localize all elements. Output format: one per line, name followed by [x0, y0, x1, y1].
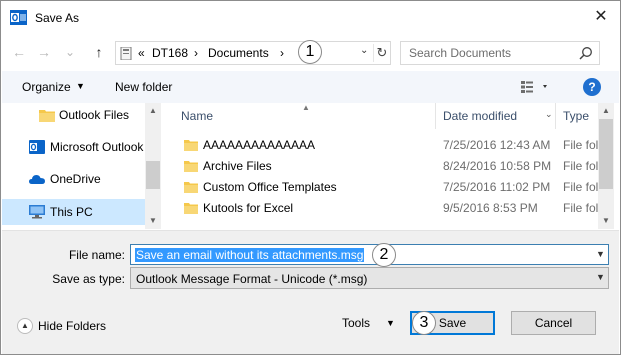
address-overflow-icon[interactable]: « — [138, 46, 145, 60]
table-row[interactable]: Kutools for Excel 9/5/2016 8:53 PM File … — [164, 198, 598, 219]
organize-button[interactable]: Organize — [22, 80, 71, 94]
table-row[interactable]: Archive Files 8/24/2016 10:58 PM File fo… — [164, 156, 598, 177]
change-view-icon[interactable] — [521, 80, 551, 94]
column-header-type[interactable]: Type — [563, 109, 589, 123]
file-type: File fol — [563, 138, 598, 152]
file-date: 8/24/2016 10:58 PM — [443, 159, 552, 173]
file-list: ▲ Name Date modified Type ⌄ AAAAAAAAAAAA… — [164, 103, 598, 229]
save-as-dialog: Save As ✕ ← → ⌄ ↑ « DT168 › Documents › … — [0, 0, 621, 355]
collapse-chevron-icon[interactable]: ▲ — [17, 318, 33, 334]
folder-icon — [184, 203, 198, 214]
save-as-type-dropdown-icon[interactable]: ▼ — [596, 272, 605, 282]
file-name: Kutools for Excel — [203, 201, 294, 215]
file-date: 7/25/2016 12:43 AM — [443, 138, 551, 152]
save-as-type-select[interactable]: Outlook Message Format - Unicode (*.msg)… — [130, 267, 609, 289]
breadcrumb-separator-icon[interactable]: › — [194, 46, 198, 60]
sidebar-item-label: This PC — [50, 205, 93, 219]
sidebar-item-onedrive[interactable]: OneDrive — [2, 167, 146, 191]
file-list-scrollbar[interactable]: ▲ ▼ — [598, 103, 614, 229]
close-icon[interactable]: ✕ — [592, 8, 610, 26]
file-name-value[interactable]: Save an email without its attachments.ms… — [135, 248, 365, 262]
tools-caret-icon[interactable]: ▼ — [386, 318, 395, 328]
scrollbar-thumb[interactable] — [146, 161, 160, 189]
folder-icon — [184, 140, 198, 151]
address-bar[interactable]: « DT168 › Documents › ⌄ ↻ — [115, 41, 391, 65]
onedrive-icon — [29, 175, 45, 184]
back-arrow-icon[interactable]: ← — [10, 43, 28, 61]
file-name: AAAAAAAAAAAAAA — [203, 138, 316, 152]
file-type: File fol — [563, 159, 598, 173]
title-bar: Save As ✕ — [1, 1, 620, 35]
breadcrumb-dt168[interactable]: DT168 — [152, 46, 188, 60]
refresh-icon[interactable]: ↻ — [373, 44, 390, 62]
column-divider[interactable] — [435, 103, 436, 129]
address-history-chevron-icon[interactable]: ⌄ — [360, 45, 368, 56]
file-type: File fol — [563, 201, 598, 215]
column-header-name[interactable]: Name — [181, 109, 213, 123]
file-date: 9/5/2016 8:53 PM — [443, 201, 538, 215]
navigation-pane-scrollbar[interactable]: ▲ ▼ — [145, 103, 161, 229]
column-menu-chevron-icon[interactable]: ⌄ — [545, 109, 553, 120]
folder-icon — [39, 110, 55, 122]
hide-folders-button[interactable]: Hide Folders — [38, 319, 106, 333]
sidebar-item-this-pc[interactable]: This PC — [2, 199, 146, 225]
step-callout-2: 2 — [372, 243, 396, 267]
save-as-type-label: Save as type: — [52, 272, 125, 286]
sidebar-item-microsoft-outlook[interactable]: Microsoft Outlook — [2, 135, 146, 159]
file-type: File fol — [563, 180, 598, 194]
outlook-app-icon — [10, 10, 27, 25]
navigation-pane: Outlook Files Microsoft Outlook OneDrive — [2, 103, 162, 229]
step-callout-3: 3 — [412, 311, 436, 335]
recent-locations-chevron-icon[interactable]: ⌄ — [61, 43, 79, 61]
help-icon[interactable]: ? — [583, 78, 601, 96]
step-callout-1: 1 — [298, 40, 322, 64]
search-input[interactable]: Search Documents — [400, 41, 600, 65]
sidebar-item-outlook-files[interactable]: Outlook Files — [2, 103, 146, 127]
scrollbar-thumb[interactable] — [599, 119, 613, 189]
outlook-icon — [29, 140, 45, 154]
folder-icon — [184, 161, 198, 172]
save-as-type-value[interactable]: Outlook Message Format - Unicode (*.msg) — [136, 272, 367, 286]
scroll-down-icon[interactable]: ▼ — [600, 216, 612, 225]
scroll-up-icon[interactable]: ▲ — [600, 106, 612, 115]
organize-caret-icon[interactable]: ▼ — [76, 81, 85, 91]
table-row[interactable]: Custom Office Templates 7/25/2016 11:02 … — [164, 177, 598, 198]
dialog-footer: ▲ Hide Folders Tools ▼ Save Cancel — [2, 298, 619, 354]
window-title: Save As — [35, 11, 80, 25]
scroll-up-icon[interactable]: ▲ — [147, 106, 159, 115]
up-arrow-icon[interactable]: ↑ — [90, 43, 108, 61]
breadcrumb-separator-icon[interactable]: › — [280, 46, 284, 60]
table-row[interactable]: AAAAAAAAAAAAAA 7/25/2016 12:43 AM File f… — [164, 135, 598, 156]
forward-arrow-icon[interactable]: → — [35, 43, 53, 61]
computer-icon — [29, 205, 45, 219]
new-folder-button[interactable]: New folder — [115, 80, 172, 94]
search-icon[interactable] — [579, 46, 593, 60]
file-name: Custom Office Templates — [203, 180, 337, 194]
sidebar-item-label: Outlook Files — [59, 108, 130, 122]
column-header-date-modified[interactable]: Date modified — [443, 109, 517, 123]
computer-icon — [120, 47, 132, 60]
folder-icon — [184, 182, 198, 193]
scroll-down-icon[interactable]: ▼ — [147, 216, 159, 225]
file-date: 7/25/2016 11:02 PM — [443, 180, 551, 194]
command-bar: Organize ▼ New folder ? — [2, 71, 619, 103]
file-name-field[interactable]: Save an email without its attachments.ms… — [130, 244, 609, 265]
cancel-button[interactable]: Cancel — [511, 311, 596, 335]
file-name-label: File name: — [68, 248, 125, 262]
sidebar-item-label: OneDrive — [50, 172, 101, 186]
file-name-dropdown-icon[interactable]: ▼ — [596, 249, 605, 259]
sort-ascending-icon: ▲ — [302, 103, 310, 112]
column-divider[interactable] — [555, 103, 556, 129]
search-placeholder[interactable]: Search Documents — [409, 46, 511, 60]
breadcrumb-documents[interactable]: Documents — [208, 46, 269, 60]
sidebar-item-label: Microsoft Outlook — [50, 140, 144, 154]
tools-button[interactable]: Tools — [342, 316, 370, 330]
file-name: Archive Files — [203, 159, 272, 173]
